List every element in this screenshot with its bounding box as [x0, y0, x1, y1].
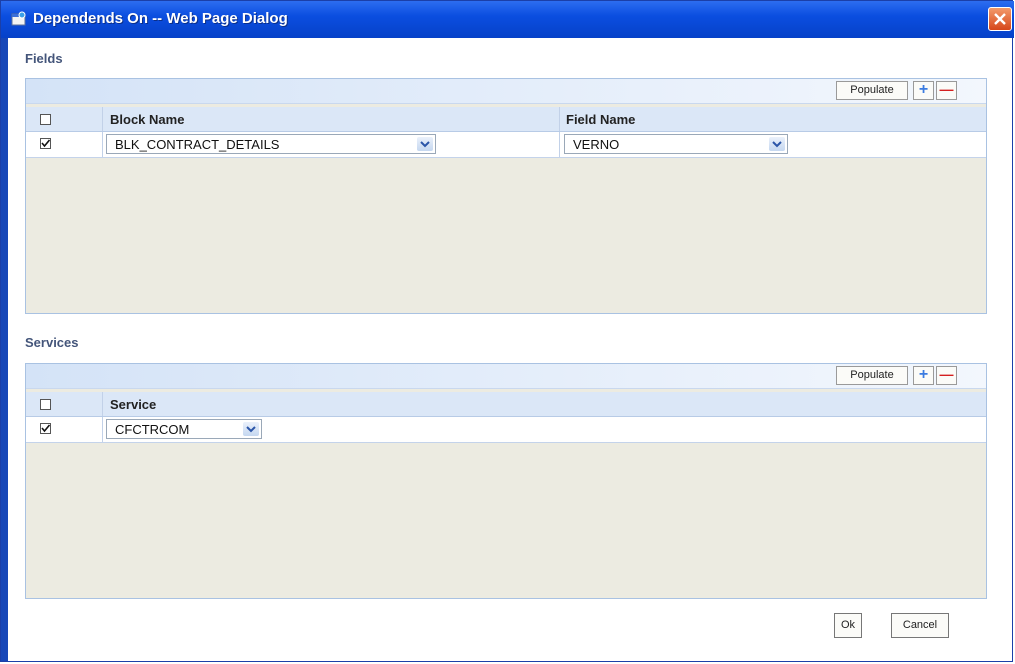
row-checkbox[interactable]	[40, 423, 51, 434]
column-header-block-name: Block Name	[110, 112, 185, 127]
fields-remove-row-button[interactable]: —	[936, 81, 957, 100]
services-select-all-checkbox[interactable]	[40, 399, 51, 410]
services-section-label: Services	[25, 335, 79, 350]
checkmark-icon	[41, 139, 51, 148]
field-name-value: VERNO	[573, 137, 620, 152]
fields-select-all-checkbox[interactable]	[40, 114, 51, 125]
window-title: Dependends On -- Web Page Dialog	[33, 10, 288, 27]
column-divider	[559, 132, 560, 157]
fields-populate-button[interactable]: Populate	[836, 81, 908, 100]
block-name-value: BLK_CONTRACT_DETAILS	[115, 137, 280, 152]
column-divider	[102, 392, 103, 416]
services-panel: Populate + — Service CFCTRCOM	[25, 363, 987, 599]
row-checkbox[interactable]	[40, 138, 51, 149]
cancel-button[interactable]: Cancel	[891, 613, 949, 638]
column-header-service: Service	[110, 397, 157, 412]
column-divider	[102, 132, 103, 157]
services-table-header: Service	[26, 392, 986, 417]
column-divider	[102, 417, 103, 442]
block-name-select[interactable]: BLK_CONTRACT_DETAILS	[106, 134, 436, 154]
column-header-field-name: Field Name	[566, 112, 636, 127]
services-add-row-button[interactable]: +	[913, 366, 934, 385]
close-icon	[994, 13, 1006, 25]
fields-add-row-button[interactable]: +	[913, 81, 934, 100]
checkmark-icon	[41, 424, 51, 433]
ok-button[interactable]: Ok	[834, 613, 862, 638]
chevron-down-icon[interactable]	[417, 137, 433, 151]
services-populate-button[interactable]: Populate	[836, 366, 908, 385]
services-table-row: CFCTRCOM	[26, 417, 986, 443]
field-name-select[interactable]: VERNO	[564, 134, 788, 154]
services-remove-row-button[interactable]: —	[936, 366, 957, 385]
dialog-window: Dependends On -- Web Page Dialog Fields …	[0, 0, 1014, 662]
service-value: CFCTRCOM	[115, 422, 190, 437]
fields-toolbar: Populate + —	[26, 79, 986, 104]
chevron-down-icon[interactable]	[769, 137, 785, 151]
services-toolbar: Populate + —	[26, 364, 986, 389]
dialog-content: Fields Populate + — Block Name Field Nam…	[9, 38, 1011, 660]
service-select[interactable]: CFCTRCOM	[106, 419, 262, 439]
title-bar[interactable]: Dependends On -- Web Page Dialog	[1, 1, 1014, 38]
column-divider	[102, 107, 103, 131]
fields-table-header: Block Name Field Name	[26, 107, 986, 132]
chevron-down-icon[interactable]	[243, 422, 259, 436]
fields-table-row: BLK_CONTRACT_DETAILS VERNO	[26, 132, 986, 158]
column-divider	[559, 107, 560, 131]
close-button[interactable]	[988, 7, 1012, 31]
fields-section-label: Fields	[25, 51, 63, 66]
dialog-icon	[11, 11, 27, 27]
fields-panel: Populate + — Block Name Field Name BLK_C…	[25, 78, 987, 314]
